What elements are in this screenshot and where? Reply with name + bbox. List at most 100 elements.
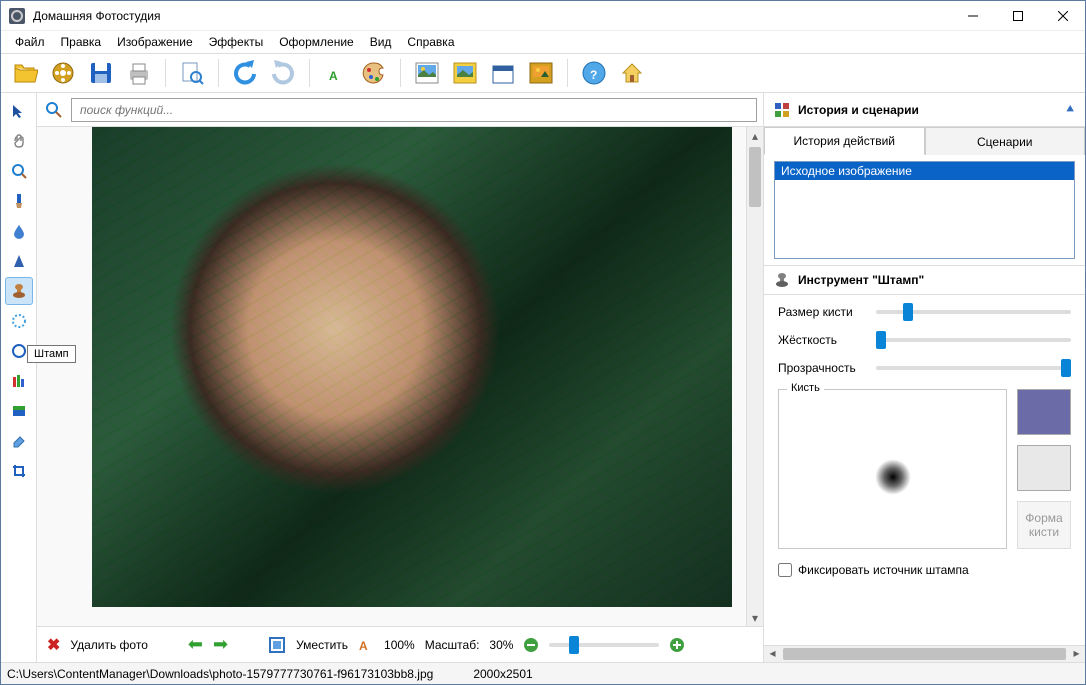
scroll-up-icon[interactable]: ▴ [747, 127, 763, 144]
svg-text:A: A [329, 69, 338, 83]
tool-palette: Штамп [1, 93, 37, 662]
tab-history[interactable]: История действий [764, 127, 925, 155]
statusbar: C:\Users\ContentManager\Downloads\photo-… [1, 662, 1085, 684]
pointer-tool[interactable] [5, 97, 33, 125]
open-button[interactable] [9, 57, 41, 89]
stamp-tool[interactable] [5, 277, 33, 305]
scroll-down-icon[interactable]: ▾ [747, 609, 763, 626]
fix-source-label: Фиксировать источник штампа [798, 563, 969, 577]
help-button[interactable]: ? [578, 57, 610, 89]
blur-tool[interactable] [5, 217, 33, 245]
history-item[interactable]: Исходное изображение [775, 162, 1074, 180]
opacity-slider[interactable] [876, 366, 1071, 370]
brush-tool[interactable] [5, 187, 33, 215]
opacity-handle[interactable] [1061, 359, 1071, 377]
brush-shape-button[interactable]: Форма кисти [1017, 501, 1071, 549]
tool-title: Инструмент "Штамп" [798, 273, 924, 287]
gradient-tool[interactable] [5, 397, 33, 425]
crop-tool[interactable] [5, 457, 33, 485]
history-icon [774, 102, 790, 118]
menu-image[interactable]: Изображение [109, 33, 201, 51]
prev-button[interactable]: ⬅ [188, 634, 203, 655]
size-handle[interactable] [903, 303, 913, 321]
brush-preview-dot [875, 459, 911, 495]
menu-help[interactable]: Справка [399, 33, 462, 51]
redo-button[interactable] [267, 57, 299, 89]
maximize-button[interactable] [995, 1, 1040, 31]
page-zoom-button[interactable] [176, 57, 208, 89]
history-list[interactable]: Исходное изображение [774, 161, 1075, 259]
delete-label[interactable]: Удалить фото [70, 638, 147, 652]
image3-button[interactable] [525, 57, 557, 89]
levels-tool[interactable] [5, 367, 33, 395]
scroll-thumb[interactable] [749, 147, 761, 207]
calendar-button[interactable] [487, 57, 519, 89]
text-button[interactable]: A [320, 57, 352, 89]
hundred-icon[interactable]: A [358, 637, 374, 653]
save-button[interactable] [85, 57, 117, 89]
zoom-tool[interactable] [5, 157, 33, 185]
stamp-tooltip: Штамп [27, 345, 76, 363]
scroll-left-icon[interactable]: ◂ [764, 646, 781, 662]
vertical-scrollbar[interactable]: ▴ ▾ [746, 127, 763, 626]
fit-icon[interactable] [268, 636, 286, 654]
color-swatch[interactable] [1017, 389, 1071, 435]
titlebar: Домашняя Фотостудия [1, 1, 1085, 31]
menu-view[interactable]: Вид [362, 33, 400, 51]
next-button[interactable]: ➡ [213, 634, 228, 655]
svg-text:A: A [359, 639, 368, 653]
history-panel-header: История и сценарии ⯅ [764, 93, 1085, 127]
menu-file[interactable]: Файл [7, 33, 53, 51]
undo-button[interactable] [229, 57, 261, 89]
search-input[interactable] [71, 98, 757, 122]
hardness-handle[interactable] [876, 331, 886, 349]
brush-tab-label: Кисть [787, 382, 824, 394]
palette-button[interactable] [358, 57, 390, 89]
fix-source-checkbox[interactable] [778, 563, 792, 577]
stamp-panel-icon [774, 272, 790, 288]
app-icon [9, 8, 25, 24]
image2-button[interactable] [449, 57, 481, 89]
gray-swatch[interactable] [1017, 445, 1071, 491]
svg-text:?: ? [590, 68, 597, 82]
status-path: C:\Users\ContentManager\Downloads\photo-… [7, 667, 433, 681]
home-button[interactable] [616, 57, 648, 89]
zoom-slider[interactable] [549, 643, 659, 647]
dodge-tool[interactable] [5, 307, 33, 335]
tab-scenarios[interactable]: Сценарии [925, 127, 1086, 155]
h-scrollbar[interactable]: ◂ ▸ [764, 645, 1085, 662]
zoom-slider-handle[interactable] [569, 636, 579, 654]
fit-label[interactable]: Уместить [296, 638, 348, 652]
print-button[interactable] [123, 57, 155, 89]
menu-design[interactable]: Оформление [271, 33, 361, 51]
photo-preview [92, 127, 732, 607]
tool-properties: Размер кисти Жёсткость Прозрачность [764, 295, 1085, 385]
image1-button[interactable] [411, 57, 443, 89]
canvas-area: ▴ ▾ [37, 127, 763, 626]
app-title: Домашняя Фотостудия [33, 9, 950, 23]
h-scroll-thumb[interactable] [783, 648, 1066, 660]
scroll-right-icon[interactable]: ▸ [1068, 646, 1085, 662]
hardness-slider[interactable] [876, 338, 1071, 342]
sharpen-tool[interactable] [5, 247, 33, 275]
search-row [37, 93, 763, 127]
menu-edit[interactable]: Правка [53, 33, 110, 51]
bottom-controls: ✖ Удалить фото ⬅ ➡ Уместить A 100% Масшт… [37, 626, 763, 662]
collapse-button[interactable]: ⯅ [1065, 102, 1075, 117]
hundred-label[interactable]: 100% [384, 638, 415, 652]
menu-effects[interactable]: Эффекты [201, 33, 272, 51]
minimize-button[interactable] [950, 1, 995, 31]
zoom-in-button[interactable] [669, 637, 685, 653]
close-button[interactable] [1040, 1, 1085, 31]
opacity-label: Прозрачность [778, 361, 868, 375]
size-slider[interactable] [876, 310, 1071, 314]
scale-label: Масштаб: [425, 638, 480, 652]
brush-preview[interactable]: Кисть [778, 389, 1007, 549]
canvas[interactable] [37, 127, 746, 626]
film-button[interactable] [47, 57, 79, 89]
history-tabs: История действий Сценарии [764, 127, 1085, 155]
delete-icon[interactable]: ✖ [47, 635, 60, 655]
zoom-out-button[interactable] [523, 637, 539, 653]
eraser-tool[interactable] [5, 427, 33, 455]
hand-tool[interactable] [5, 127, 33, 155]
